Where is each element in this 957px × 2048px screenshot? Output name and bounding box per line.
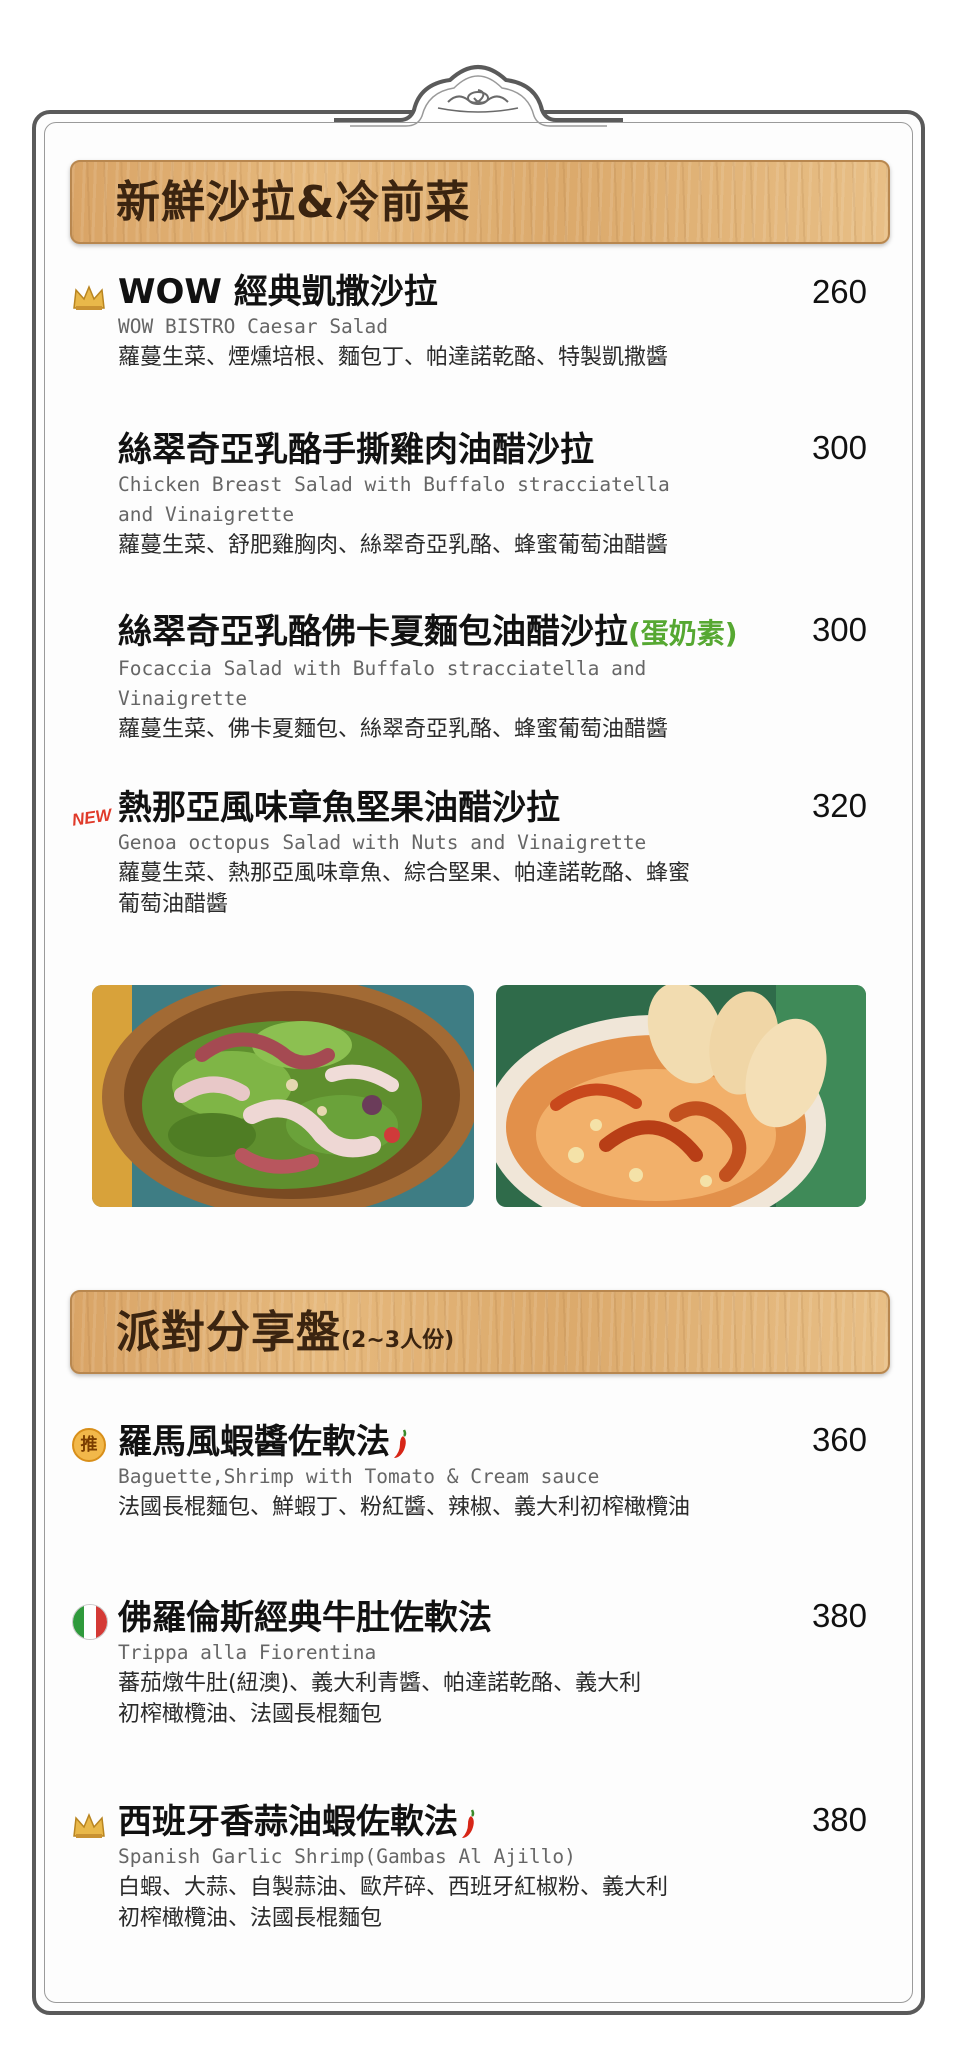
item-description: 蘿蔓生菜、舒肥雞胸肉、絲翠奇亞乳酪、蜂蜜葡萄油醋醬 [118,533,669,558]
item-price: 300 [811,611,867,648]
item-description: 法國長棍麵包、鮮蝦丁、粉紅醬、辣椒、義大利初榨橄欖油 [118,1495,691,1520]
item-name: 熱那亞風味章魚堅果油醋沙拉 [118,788,560,828]
item-english-name: Spanish Garlic Shrimp(Gambas Al Ajillo) [118,1845,576,1868]
chili-icon [394,1428,407,1458]
section-banner-salads: 新鮮沙拉&冷前菜 [70,160,890,244]
recommended-badge: 推 [72,1428,106,1462]
item-description: 白蝦、大蒜、自製蒜油、歐芹碎、西班牙紅椒粉、義大利初榨橄欖油、法國長棍麵包 [118,1875,669,1931]
item-price: 360 [811,1421,867,1458]
item-description: 蕃茄燉牛肚(紐澳)、義大利青醬、帕達諾乾酪、義大利初榨橄欖油、法國長棍麵包 [118,1671,642,1727]
section-subtitle: (2~3人份) [341,1328,455,1353]
menu-item-trippa-fiorentina: 佛羅倫斯經典牛肚佐軟法 Trippa alla Fiorentina 蕃茄燉牛肚… [118,1598,868,1730]
section-title: 派對分享盤(2~3人份) [116,1307,455,1358]
item-name: WOW 經典凱撒沙拉 [118,272,438,312]
item-name: 絲翠奇亞乳酪佛卡夏麵包油醋沙拉(蛋奶素) [118,612,738,652]
item-price: 260 [811,273,867,310]
menu-item-focaccia-salad: 絲翠奇亞乳酪佛卡夏麵包油醋沙拉(蛋奶素) Focaccia Salad with… [118,612,868,745]
item-english-name: Genoa octopus Salad with Nuts and Vinaig… [118,831,647,854]
menu-item-spanish-garlic-shrimp: 西班牙香蒜油蝦佐軟法 Spanish Garlic Shrimp(Gambas … [118,1802,868,1934]
item-name: 西班牙香蒜油蝦佐軟法 [118,1802,868,1842]
item-price: 320 [811,787,867,824]
item-price: 380 [811,1597,867,1634]
menu-item-roman-shrimp-baguette: 羅馬風蝦醬佐軟法 Baguette,Shrimp with Tomato & C… [118,1422,868,1523]
item-english-name: Focaccia Salad with Buffalo stracciatell… [118,657,647,710]
menu-item-chicken-salad: 絲翠奇亞乳酪手撕雞肉油醋沙拉 Chicken Breast Salad with… [118,430,868,561]
item-description: 蘿蔓生菜、煙燻培根、麵包丁、帕達諾乾酪、特製凱撒醬 [118,345,669,370]
item-name: 羅馬風蝦醬佐軟法 [118,1422,868,1462]
vegetarian-tag: (蛋奶素) [628,617,738,650]
section-banner-sharing-platters: 派對分享盤(2~3人份) [70,1290,890,1374]
menu-item-caesar-salad: WOW 經典凱撒沙拉 WOW BISTRO Caesar Salad 蘿蔓生菜、… [118,272,868,373]
crown-icon [73,1813,105,1838]
item-name: 佛羅倫斯經典牛肚佐軟法 [118,1598,492,1638]
octopus-salad-photo [92,985,474,1207]
ornament-crest-icon [334,65,623,127]
octopus-salad-image [92,985,474,1207]
item-english-name: Trippa alla Fiorentina [118,1641,377,1664]
item-english-name: Chicken Breast Salad with Buffalo stracc… [118,473,670,526]
garlic-shrimp-image [496,985,866,1207]
section-title: 新鮮沙拉&冷前菜 [116,177,471,228]
chili-icon [462,1808,475,1838]
item-name: 絲翠奇亞乳酪手撕雞肉油醋沙拉 [118,430,594,470]
menu-item-octopus-salad: 熱那亞風味章魚堅果油醋沙拉 Genoa octopus Salad with N… [118,788,868,920]
italy-flag-icon [72,1604,108,1640]
garlic-shrimp-photo [496,985,866,1207]
crown-icon [73,285,105,310]
item-english-name: Baguette,Shrimp with Tomato & Cream sauc… [118,1465,600,1488]
item-price: 300 [811,429,867,466]
item-price: 380 [811,1801,867,1838]
item-description: 蘿蔓生菜、熱那亞風味章魚、綜合堅果、帕達諾乾酪、蜂蜜葡萄油醋醬 [118,861,691,917]
item-english-name: WOW BISTRO Caesar Salad [118,315,389,338]
item-description: 蘿蔓生菜、佛卡夏麵包、絲翠奇亞乳酪、蜂蜜葡萄油醋醬 [118,717,669,742]
